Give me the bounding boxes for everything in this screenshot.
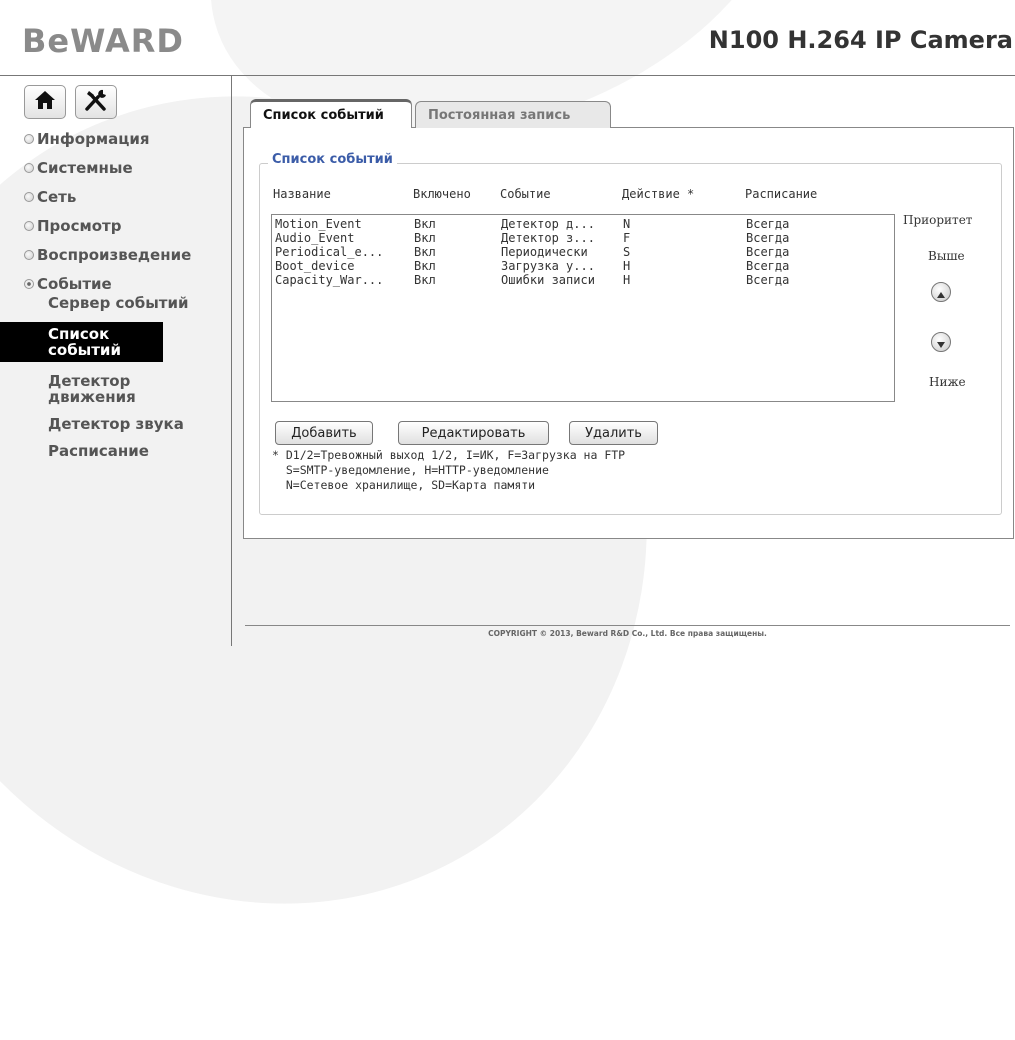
- nav-item-system[interactable]: Системные: [24, 153, 191, 182]
- action-legend-note: * D1/2=Тревожный выход 1/2, I=ИК, F=Загр…: [272, 448, 625, 493]
- sidebar-divider: [231, 76, 232, 646]
- column-header-action: Действие *: [622, 187, 695, 201]
- column-header-name: Название: [273, 187, 331, 201]
- note-line: * D1/2=Тревожный выход 1/2, I=ИК, F=Загр…: [272, 448, 626, 462]
- cell-event: Загрузка у...: [501, 259, 595, 273]
- cell-name: Periodical_e...: [275, 245, 384, 259]
- cell-enabled: Вкл: [414, 245, 436, 259]
- cell-event: Периодически: [501, 245, 588, 259]
- cell-action: F: [623, 231, 631, 245]
- note-line: S=SMTP-уведомление, H=HTTP-уведомление: [272, 463, 549, 477]
- home-button[interactable]: [24, 85, 66, 119]
- column-header-schedule: Расписание: [745, 187, 818, 201]
- priority-label: Приоритет: [903, 213, 973, 227]
- top-buttons: [24, 85, 117, 119]
- bullet-expanded-icon: [24, 278, 34, 289]
- bullet-icon: [24, 249, 34, 260]
- cell-name: Audio_Event: [275, 231, 355, 245]
- cell-enabled: Вкл: [414, 231, 436, 245]
- priority-lower-label: Ниже: [929, 375, 966, 389]
- sidebar-nav: Информация Системные Сеть Просмотр Воспр…: [24, 124, 191, 298]
- nav-item-info[interactable]: Информация: [24, 124, 191, 153]
- home-icon: [34, 90, 56, 114]
- cell-schedule: Всегда: [746, 273, 790, 287]
- tab-continuous-recording[interactable]: Постоянная запись: [415, 101, 611, 128]
- cell-action: H: [623, 273, 631, 287]
- nav-item-label: Воспроизведение: [37, 245, 192, 264]
- cell-enabled: Вкл: [414, 259, 436, 273]
- add-button[interactable]: Добавить: [275, 421, 373, 445]
- cell-enabled: Вкл: [414, 273, 436, 287]
- bullet-icon: [24, 191, 34, 202]
- edit-button[interactable]: Редактировать: [398, 421, 549, 445]
- priority-higher-label: Выше: [928, 249, 965, 263]
- cell-name: Capacity_War...: [275, 273, 384, 287]
- cell-event: Детектор д...: [501, 217, 595, 231]
- footer-copyright: COPYRIGHT © 2013, Beward R&D Co., Ltd. В…: [488, 629, 767, 638]
- column-header-enabled: Включено: [413, 187, 471, 201]
- cell-name: Motion_Event: [275, 217, 362, 231]
- note-line: N=Сетевое хранилище, SD=Карта памяти: [272, 478, 536, 492]
- nav-item-label: Информация: [37, 129, 150, 148]
- bullet-icon: [24, 133, 34, 144]
- column-header-event: Событие: [500, 187, 551, 201]
- cell-schedule: Всегда: [746, 231, 790, 245]
- header: BeWARD N100 H.264 IP Camera: [0, 0, 1015, 76]
- camera-model-title: N100 H.264 IP Camera: [708, 26, 1013, 54]
- fieldset-legend: Список событий: [268, 152, 397, 167]
- subnav-event-server[interactable]: Сервер событий: [48, 295, 189, 311]
- subnav-sound-detector[interactable]: Детектор звука: [48, 416, 189, 432]
- cell-schedule: Всегда: [746, 259, 790, 273]
- priority-down-button[interactable]: [931, 332, 951, 352]
- cell-action: H: [623, 259, 631, 273]
- cell-action: N: [623, 217, 631, 231]
- cell-event: Ошибки записи: [501, 273, 595, 287]
- brand-logo: BeWARD: [22, 22, 184, 60]
- event-subnav: Сервер событий Список событий Детектор д…: [0, 295, 189, 470]
- tools-icon: [84, 89, 108, 115]
- nav-item-label: Событие: [37, 274, 112, 293]
- event-listbox[interactable]: Motion_Event Вкл Детектор д... N Всегда …: [271, 214, 895, 402]
- nav-item-playback[interactable]: Воспроизведение: [24, 240, 191, 269]
- cell-name: Boot_device: [275, 259, 355, 273]
- subnav-event-list[interactable]: Список событий: [0, 322, 163, 362]
- cell-schedule: Всегда: [746, 217, 790, 231]
- cell-schedule: Всегда: [746, 245, 790, 259]
- delete-button[interactable]: Удалить: [569, 421, 658, 445]
- subnav-motion-detector[interactable]: Детектор движения: [48, 373, 158, 405]
- arrow-down-icon: [937, 333, 945, 352]
- nav-item-label: Просмотр: [37, 216, 122, 235]
- bullet-icon: [24, 162, 34, 173]
- priority-up-button[interactable]: [931, 282, 951, 302]
- tab-event-list[interactable]: Список событий: [250, 99, 412, 128]
- settings-button[interactable]: [75, 85, 117, 119]
- cell-enabled: Вкл: [414, 217, 436, 231]
- cell-event: Детектор з...: [501, 231, 595, 245]
- nav-item-label: Сеть: [37, 187, 77, 206]
- footer-divider: [245, 625, 1010, 626]
- nav-item-view[interactable]: Просмотр: [24, 211, 191, 240]
- cell-action: S: [623, 245, 631, 259]
- subnav-schedule[interactable]: Расписание: [48, 443, 189, 459]
- arrow-up-icon: [937, 283, 945, 302]
- nav-item-label: Системные: [37, 158, 133, 177]
- nav-item-network[interactable]: Сеть: [24, 182, 191, 211]
- bullet-icon: [24, 220, 34, 231]
